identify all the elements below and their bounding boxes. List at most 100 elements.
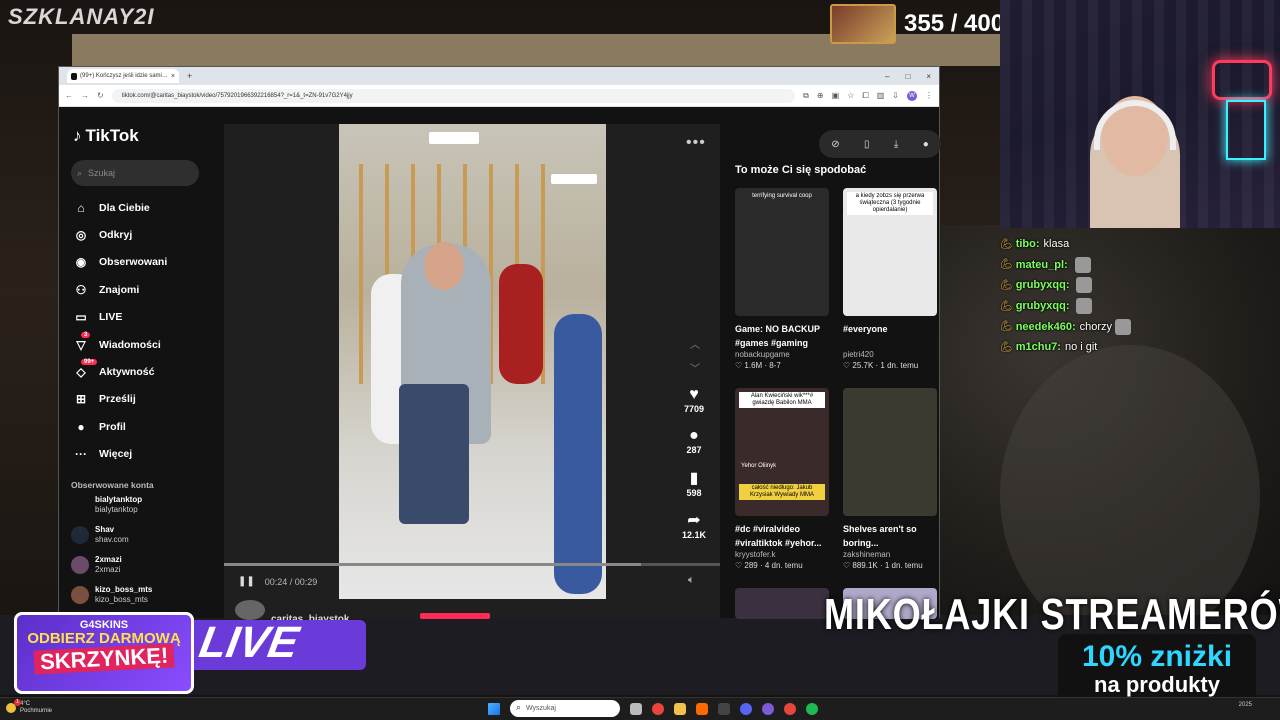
sidebar-item-odkryj[interactable]: ◎ Odkryj bbox=[71, 221, 207, 248]
recommended-video[interactable]: Shelves aren't so boring... zakshineman ♡ … bbox=[843, 388, 939, 570]
chat-username[interactable]: grubyxqq: bbox=[1016, 279, 1070, 291]
sidebar-item-znajomi[interactable]: ⚇ Znajomi bbox=[71, 276, 207, 303]
author-avatar[interactable] bbox=[235, 600, 265, 620]
save-count: 598 bbox=[686, 488, 702, 498]
video-thumbnail[interactable] bbox=[735, 588, 829, 619]
video-thumbnail[interactable]: a kiedy zobzs się przerwa świąteczna (3 … bbox=[843, 188, 937, 316]
chat-username[interactable]: tibo: bbox=[1016, 238, 1040, 250]
cast-icon[interactable]: ▣ bbox=[832, 91, 840, 100]
recommended-video[interactable]: terrifying survival coop Game: NO BACKUP … bbox=[735, 188, 831, 370]
pause-icon[interactable]: ❚❚ bbox=[238, 576, 255, 587]
followed-account[interactable]: kizo_boss_mts kizo_boss_mts bbox=[71, 580, 207, 610]
recommended-video[interactable]: Alan Kwieciński wik***# gwiazdę Babilon … bbox=[735, 388, 831, 570]
device-icon[interactable]: ▯ bbox=[864, 139, 870, 150]
chat-message: 💪︎ needek460: chorzy bbox=[1000, 316, 1280, 337]
sidebar-item-dla-ciebie[interactable]: ⌂ Dla Ciebie bbox=[71, 194, 207, 221]
live-icon: ▭ bbox=[75, 310, 87, 325]
followed-account[interactable]: Shav shav.com bbox=[71, 520, 207, 550]
chat-username[interactable]: m1chu7: bbox=[1016, 341, 1061, 353]
chat-username[interactable]: needek460: bbox=[1016, 321, 1076, 333]
sidebar-item-profil[interactable]: ● Profil bbox=[71, 413, 207, 440]
maximize-icon[interactable]: □ bbox=[905, 72, 910, 81]
promo-overlay: G4SKINS ODBIERZ DARMOWĄ SKRZYNKĘ! bbox=[14, 612, 194, 694]
download-icon[interactable]: ⇩ bbox=[892, 91, 899, 100]
zoom-icon[interactable]: ⊕ bbox=[817, 91, 824, 100]
chrome-icon[interactable] bbox=[652, 702, 664, 715]
chat-badge-icon: 💪︎ bbox=[1000, 279, 1013, 291]
sidebar-item-live[interactable]: ▭ LIVE bbox=[71, 304, 207, 331]
browser-tab[interactable]: (99+) Kończysz jeśli idzie sami… × bbox=[67, 69, 179, 83]
tiktok-search[interactable]: ⌕ Szukaj bbox=[71, 160, 199, 186]
app-icon[interactable] bbox=[718, 702, 730, 715]
chevron-up-icon[interactable]: ︿ bbox=[690, 336, 700, 351]
file-explorer-icon[interactable] bbox=[674, 702, 686, 715]
share-button[interactable]: ➦ 12.1K bbox=[678, 510, 710, 540]
video-time: 00:24 / 00:29 bbox=[264, 576, 318, 587]
card-meta: ♡ 289 · 4 dn. temu bbox=[735, 561, 803, 570]
recommended-video[interactable]: a kiedy zobzs się przerwa świąteczna (3 … bbox=[843, 188, 939, 370]
video-thumbnail[interactable]: terrifying survival coop bbox=[735, 188, 829, 316]
chat-username[interactable]: grubyxqq: bbox=[1016, 300, 1070, 312]
followed-account[interactable]: bialytanktop bialytanktop bbox=[71, 490, 207, 520]
chat-emote-icon bbox=[1115, 318, 1132, 335]
extensions-icon[interactable]: ⧠ bbox=[862, 91, 868, 101]
more-options-icon[interactable]: ••• bbox=[686, 134, 706, 152]
bookmark-star-icon[interactable]: ☆ bbox=[847, 91, 854, 100]
sidebar-item-aktywność[interactable]: ◇ 99+ Aktywność bbox=[71, 358, 207, 385]
followed-account[interactable]: 2xmazi 2xmazi bbox=[71, 550, 207, 580]
spotify-icon[interactable] bbox=[806, 702, 818, 715]
sidebar-item-label: LIVE bbox=[99, 311, 123, 324]
app-icon[interactable] bbox=[696, 702, 708, 715]
tiktok-note-icon: ♪ bbox=[73, 126, 82, 145]
minimize-icon[interactable]: – bbox=[885, 72, 889, 81]
follow-button[interactable] bbox=[420, 613, 490, 619]
video-progress[interactable] bbox=[224, 563, 720, 566]
menu-dots-icon[interactable]: ⋮ bbox=[925, 91, 933, 100]
system-clock[interactable]: 2025 bbox=[1239, 702, 1252, 709]
new-tab-icon[interactable]: + bbox=[187, 71, 192, 81]
close-window-icon[interactable]: × bbox=[926, 72, 931, 81]
sidebar-item-label: Obserwowani bbox=[99, 256, 168, 269]
video-player[interactable]: ••• ︿ ﹀ ♥ 7709 ● 287 ▮ 598 ➦ 12.1K ❚❚ 00… bbox=[224, 124, 720, 619]
video-frame[interactable] bbox=[339, 124, 606, 599]
sidebar-item-wiadomości[interactable]: ▽ 3 Wiadomości bbox=[71, 331, 207, 358]
discord-icon[interactable] bbox=[740, 702, 752, 715]
video-thumbnail[interactable]: Alan Kwieciński wik***# gwiazdę Babilon … bbox=[735, 388, 829, 516]
task-view-icon[interactable] bbox=[630, 702, 642, 715]
tiktok-logo[interactable]: ♪ TikTok bbox=[73, 126, 207, 146]
forward-icon[interactable]: → bbox=[81, 91, 89, 100]
clock-date: 2025 bbox=[1238, 702, 1252, 708]
comment-button[interactable]: ● 287 bbox=[678, 427, 710, 455]
compass-icon[interactable]: ⊘ bbox=[831, 139, 839, 150]
save-button[interactable]: ▮ 598 bbox=[678, 468, 710, 498]
taskbar-search[interactable]: Wyszukaj bbox=[510, 700, 620, 717]
close-tab-icon[interactable]: × bbox=[171, 73, 175, 80]
windows-start-icon[interactable] bbox=[488, 702, 500, 715]
chrome-profile-icon[interactable] bbox=[762, 702, 774, 715]
profile-avatar[interactable]: W bbox=[907, 90, 917, 101]
weather-widget[interactable]: 1 4°C Pochmurnie bbox=[6, 699, 52, 715]
user-avatar[interactable]: ● bbox=[923, 139, 929, 150]
browser-window: (99+) Kończysz jeśli idzie sami… × + – □… bbox=[58, 66, 941, 625]
chevron-down-icon[interactable]: ﹀ bbox=[690, 360, 700, 375]
like-button[interactable]: ♥ 7709 bbox=[678, 386, 710, 414]
card-title: #dc #viralvideo #viraltiktok #yehor... bbox=[735, 524, 822, 548]
back-icon[interactable]: ← bbox=[65, 91, 73, 100]
volume-icon[interactable]: 🔈︎ bbox=[688, 574, 695, 587]
sidebar-icon[interactable]: ▥ bbox=[877, 91, 885, 100]
chat-emote-icon bbox=[1076, 298, 1093, 315]
chrome-icon[interactable] bbox=[784, 702, 796, 715]
avatar bbox=[71, 555, 89, 574]
sidebar-item-obserwowani[interactable]: ◉ Obserwowani bbox=[71, 249, 207, 276]
sidebar-item-label: Profil bbox=[99, 420, 126, 433]
url-field[interactable]: tiktok.com/@caritas_biaystok/video/75792… bbox=[111, 88, 796, 103]
reload-icon[interactable]: ↻ bbox=[97, 91, 104, 100]
taskbar: 1 4°C Pochmurnie Wyszukaj 2025 bbox=[0, 697, 1280, 720]
sidebar-item-więcej[interactable]: ··· Więcej bbox=[71, 441, 207, 468]
translate-icon[interactable]: ⧉ bbox=[803, 91, 809, 101]
chat-username[interactable]: mateu_pl: bbox=[1016, 259, 1068, 271]
video-thumbnail[interactable] bbox=[843, 388, 937, 516]
search-input[interactable]: Szukaj bbox=[88, 168, 115, 178]
download-icon[interactable]: ⤓ bbox=[894, 139, 898, 150]
sidebar-item-prześlij[interactable]: ⊞ Prześlij bbox=[71, 386, 207, 413]
